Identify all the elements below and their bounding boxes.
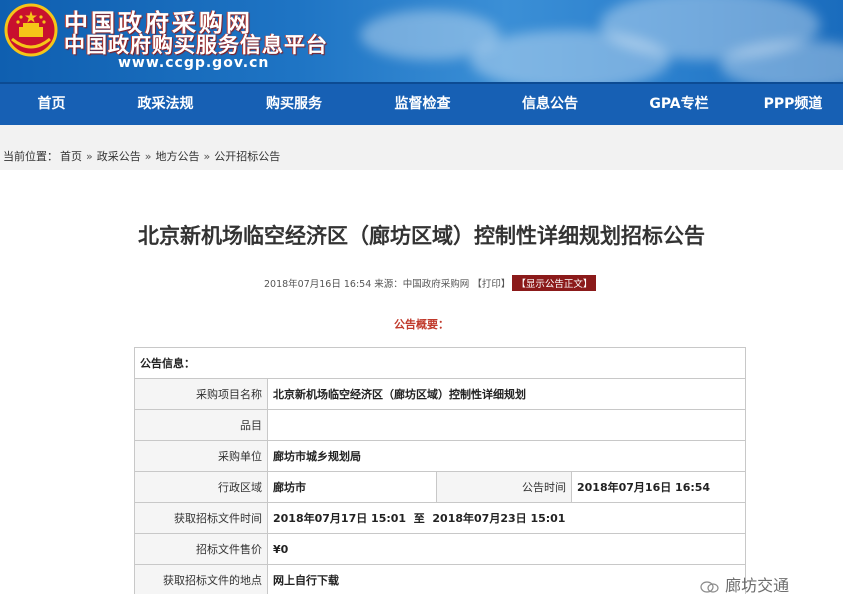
breadcrumb-link-local[interactable]: 地方公告 — [155, 150, 199, 163]
nav-item-ppp[interactable]: PPP频道 — [743, 84, 843, 125]
show-body-button[interactable]: 【显示公告正文】 — [512, 275, 597, 291]
nav-item-gpa[interactable]: GPA专栏 — [615, 84, 743, 125]
table-row: 公告信息： — [134, 347, 746, 379]
wechat-icon — [700, 580, 719, 593]
site-url: www.ccgp.gov.cn — [118, 55, 270, 71]
breadcrumb-prefix: 当前位置： — [3, 150, 58, 163]
announcement-info-table: 公告信息： 采购项目名称 北京新机场临空经济区（廊坊区域）控制性详细规划 品目 … — [134, 347, 746, 594]
buyer-label: 采购单位 — [134, 440, 268, 472]
table-row: 采购项目名称 北京新机场临空经济区（廊坊区域）控制性详细规划 — [134, 378, 746, 410]
meta-source: 来源：中国政府采购网 — [374, 279, 470, 290]
article-meta: 2018年07月16日 16:54 来源：中国政府采购网 【打印】 【显示公告正文… — [264, 275, 597, 291]
meta-date: 2018年07月16日 16:54 — [264, 279, 372, 290]
region-label: 行政区域 — [134, 471, 268, 503]
national-emblem-icon — [4, 3, 58, 57]
project-name-value: 北京新机场临空经济区（廊坊区域）控制性详细规划 — [267, 378, 746, 410]
nav-item-supervision[interactable]: 监督检查 — [360, 84, 485, 125]
buyer-value: 廊坊市城乡规划局 — [267, 440, 746, 472]
doc-period-value: 2018年07月17日 15:01 至 2018年07月23日 15:01 — [267, 502, 746, 534]
publish-time-label: 公告时间 — [436, 471, 572, 503]
summary-heading: 公告概要： — [394, 318, 449, 331]
breadcrumb-separator: » — [203, 150, 211, 163]
breadcrumb-separator: » — [86, 150, 93, 163]
table-row: 行政区域 廊坊市 公告时间 2018年07月16日 16:54 — [134, 471, 746, 503]
table-row: 采购单位 廊坊市城乡规划局 — [134, 440, 746, 472]
breadcrumb-separator: » — [144, 150, 152, 163]
table-section-header: 公告信息： — [134, 347, 746, 379]
item-value — [267, 409, 746, 441]
nav-item-announcements[interactable]: 信息公告 — [485, 84, 615, 125]
nav-item-regulations[interactable]: 政采法规 — [103, 84, 228, 125]
site-banner: 中国政府采购网 中国政府购买服务信息平台 www.ccgp.gov.cn — [0, 0, 843, 82]
region-value: 廊坊市 — [267, 471, 437, 503]
table-row: 获取招标文件的地点 网上自行下载 — [134, 564, 746, 594]
doc-price-label: 招标文件售价 — [134, 533, 268, 565]
table-row: 获取招标文件时间 2018年07月17日 15:01 至 2018年07月23日… — [134, 502, 746, 534]
doc-place-value: 网上自行下载 — [267, 564, 746, 594]
item-label: 品目 — [134, 409, 268, 441]
main-nav: 首页 政采法规 购买服务 监督检查 信息公告 GPA专栏 PPP频道 — [0, 82, 843, 125]
breadcrumb-link-home[interactable]: 首页 — [60, 150, 82, 163]
watermark-text: 廊坊交通 — [725, 576, 790, 594]
doc-place-label: 获取招标文件的地点 — [134, 564, 268, 594]
project-name-label: 采购项目名称 — [134, 378, 268, 410]
print-link[interactable]: 【打印】 — [472, 279, 510, 290]
nav-item-purchase-services[interactable]: 购买服务 — [228, 84, 360, 125]
doc-period-label: 获取招标文件时间 — [134, 502, 268, 534]
breadcrumb-link-procurement[interactable]: 政采公告 — [97, 150, 141, 163]
nav-item-home[interactable]: 首页 — [0, 84, 103, 125]
breadcrumb: 当前位置： 首页» 政采公告» 地方公告» 公开招标公告 — [0, 125, 843, 170]
table-row: 品目 — [134, 409, 746, 441]
breadcrumb-current[interactable]: 公开招标公告 — [214, 150, 280, 163]
table-row: 招标文件售价 ¥0 — [134, 533, 746, 565]
page-title: 北京新机场临空经济区（廊坊区域）控制性详细规划招标公告 — [138, 224, 705, 248]
watermark: 廊坊交通 — [700, 572, 789, 594]
doc-price-value: ¥0 — [267, 533, 746, 565]
publish-time-value: 2018年07月16日 16:54 — [571, 471, 746, 503]
